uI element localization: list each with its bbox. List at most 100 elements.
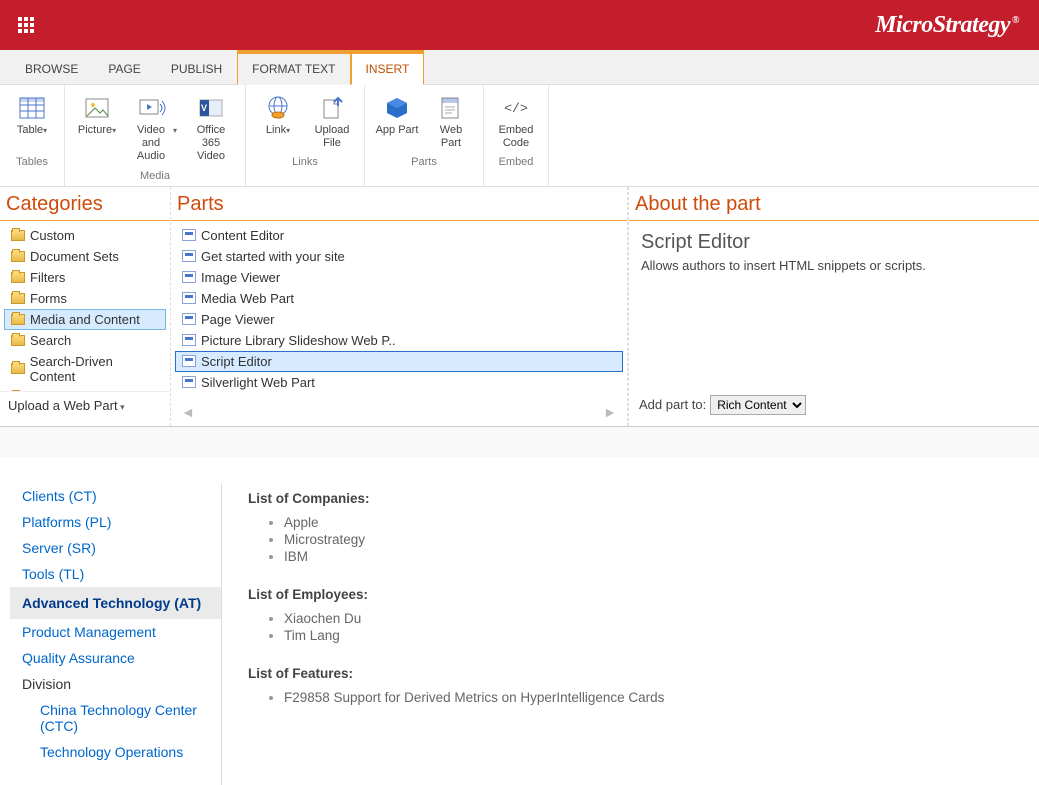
- ribbon-group-embed: </> Embed Code Embed: [484, 85, 549, 186]
- part-item[interactable]: Image Viewer: [175, 267, 623, 288]
- tab-format-text[interactable]: FORMAT TEXT: [237, 53, 350, 85]
- ribbon-label-embed: Embed: [492, 154, 540, 170]
- category-label: Search-Driven Content: [30, 354, 159, 384]
- list-item: Microstrategy: [284, 531, 1013, 548]
- link-button[interactable]: Link: [254, 90, 302, 152]
- part-label: Get started with your site: [201, 249, 345, 264]
- category-item[interactable]: Document Sets: [4, 246, 166, 267]
- web-part-picker: Categories Custom Document Sets Filters For…: [0, 187, 1039, 427]
- webpart-icon: [182, 355, 196, 367]
- about-title: About the part: [629, 187, 1039, 221]
- svg-text:</>: </>: [504, 101, 528, 116]
- app-part-button[interactable]: App Part: [373, 90, 421, 152]
- nav-link[interactable]: Platforms (PL): [22, 509, 209, 535]
- app-launcher-icon[interactable]: [10, 9, 42, 41]
- add-part-to-select[interactable]: Rich Content: [710, 395, 806, 415]
- category-label: Document Sets: [30, 249, 119, 264]
- tab-publish[interactable]: PUBLISH: [156, 53, 237, 84]
- ribbon-label-links: Links: [254, 154, 356, 170]
- upload-file-button[interactable]: Upload File: [308, 90, 356, 152]
- nav-link[interactable]: Tools (TL): [22, 561, 209, 587]
- category-label: Custom: [30, 228, 75, 243]
- tab-browse[interactable]: BROWSE: [10, 53, 93, 84]
- webpart-icon: [182, 250, 196, 262]
- about-part-name: Script Editor: [641, 231, 1027, 254]
- about-part-desc: Allows authors to insert HTML snippets o…: [641, 258, 1027, 273]
- folder-icon: [11, 335, 25, 346]
- part-label: Content Editor: [201, 228, 284, 243]
- category-label: Media and Content: [30, 312, 140, 327]
- nav-link[interactable]: Quality Assurance: [22, 645, 209, 671]
- parts-title: Parts: [171, 187, 627, 221]
- category-label: Filters: [30, 270, 65, 285]
- ribbon: Table Tables Picture Video and Audio V: [0, 85, 1039, 187]
- part-item[interactable]: Media Web Part: [175, 288, 623, 309]
- ribbon-label-parts: Parts: [373, 154, 475, 170]
- nav-link[interactable]: Product Management: [22, 619, 209, 645]
- ribbon-group-tables: Table Tables: [0, 85, 65, 186]
- top-bar: MicroStrategy®: [0, 0, 1039, 50]
- nav-link[interactable]: Advanced Technology (AT): [10, 587, 221, 619]
- upload-web-part[interactable]: Upload a Web Part: [0, 391, 170, 419]
- nav-sub-link[interactable]: China Technology Center (CTC): [22, 697, 209, 739]
- office365-video-button[interactable]: V Office 365 Video: [185, 90, 237, 166]
- category-item[interactable]: Custom: [4, 225, 166, 246]
- embed-code-button[interactable]: </> Embed Code: [492, 90, 540, 152]
- category-item[interactable]: Forms: [4, 288, 166, 309]
- parts-prev-icon[interactable]: ◄: [181, 404, 195, 420]
- categories-title: Categories: [0, 187, 170, 221]
- part-item[interactable]: Get started with your site: [175, 246, 623, 267]
- tab-insert[interactable]: INSERT: [351, 53, 425, 85]
- part-label: Image Viewer: [201, 270, 280, 285]
- category-label: Social Collaboration: [30, 390, 146, 391]
- picture-icon: [81, 92, 113, 124]
- webpart-icon: [182, 313, 196, 325]
- upload-file-icon: [316, 92, 348, 124]
- table-icon: [16, 92, 48, 124]
- brand-logo: MicroStrategy®: [875, 12, 1019, 39]
- about-panel: About the part Script Editor Allows auth…: [628, 187, 1039, 426]
- part-item[interactable]: Picture Library Slideshow Web P..: [175, 330, 623, 351]
- video-audio-button[interactable]: Video and Audio: [127, 90, 179, 166]
- webpart-icon: [182, 334, 196, 346]
- companies-heading: List of Companies:: [248, 491, 1013, 506]
- webpart-icon: [182, 376, 196, 388]
- parts-panel: Parts Content Editor Get started with you…: [170, 187, 628, 426]
- category-label: Forms: [30, 291, 67, 306]
- part-item[interactable]: Content Editor: [175, 225, 623, 246]
- category-item[interactable]: Search: [4, 330, 166, 351]
- part-label: Picture Library Slideshow Web P..: [201, 333, 396, 348]
- link-icon: [262, 92, 294, 124]
- main-pane: List of Companies: AppleMicrostrategyIBM…: [222, 483, 1039, 785]
- list-item: Apple: [284, 514, 1013, 531]
- companies-list: AppleMicrostrategyIBM: [284, 514, 1013, 565]
- part-item[interactable]: Page Viewer: [175, 309, 623, 330]
- embed-code-icon: </>: [500, 92, 532, 124]
- category-item[interactable]: Search-Driven Content: [4, 351, 166, 387]
- webpart-icon: [182, 292, 196, 304]
- nav-link[interactable]: Clients (CT): [22, 483, 209, 509]
- list-item: F29858 Support for Derived Metrics on Hy…: [284, 689, 1013, 706]
- employees-list: Xiaochen DuTim Lang: [284, 610, 1013, 644]
- picture-button[interactable]: Picture: [73, 90, 121, 152]
- video-audio-icon: [137, 92, 169, 124]
- nav-link[interactable]: Server (SR): [22, 535, 209, 561]
- part-item[interactable]: Silverlight Web Part: [175, 372, 623, 393]
- table-button[interactable]: Table: [8, 90, 56, 152]
- category-label: Search: [30, 333, 71, 348]
- part-item[interactable]: Script Editor: [175, 351, 623, 372]
- web-part-button[interactable]: Web Part: [427, 90, 475, 152]
- parts-next-icon[interactable]: ►: [603, 404, 617, 420]
- list-item: IBM: [284, 548, 1013, 565]
- category-item[interactable]: Media and Content: [4, 309, 166, 330]
- nav-sub-link[interactable]: Technology Operations: [22, 739, 209, 765]
- features-list: F29858 Support for Derived Metrics on Hy…: [284, 689, 1013, 706]
- category-item[interactable]: Filters: [4, 267, 166, 288]
- folder-icon: [11, 314, 25, 325]
- tab-page[interactable]: PAGE: [93, 53, 155, 84]
- webpart-icon: [182, 229, 196, 241]
- app-part-icon: [381, 92, 413, 124]
- left-nav: Clients (CT)Platforms (PL)Server (SR)Too…: [0, 483, 222, 785]
- webpart-icon: [182, 271, 196, 283]
- ribbon-label-tables: Tables: [8, 154, 56, 170]
